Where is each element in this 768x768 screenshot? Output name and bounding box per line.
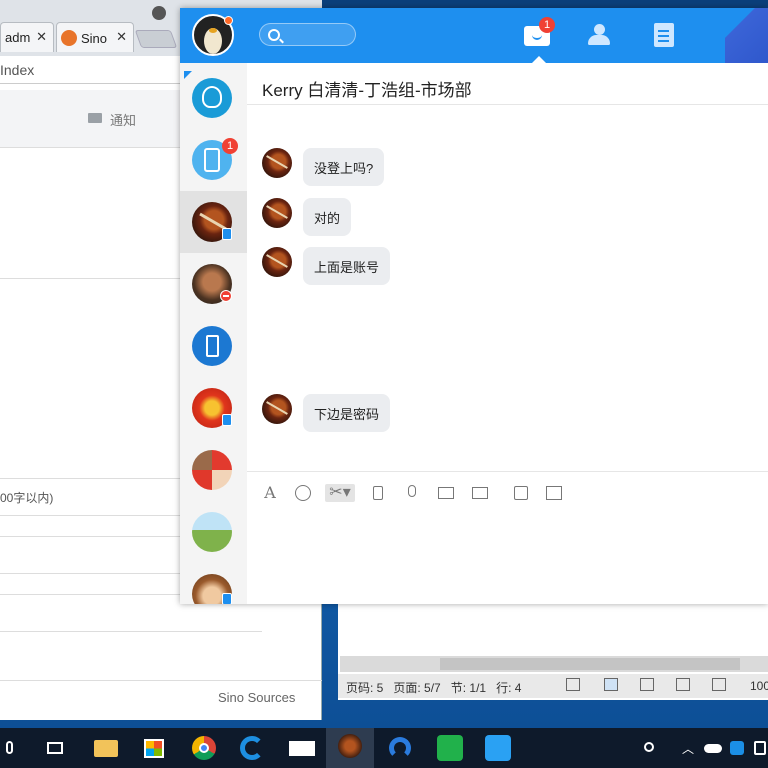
notice-link[interactable]: 通知 [110,110,136,129]
conversation-group[interactable] [180,439,247,501]
status-page-code: 页码: 5 [346,681,384,695]
tab-label: adm [5,30,31,45]
mobile-status-icon [222,414,232,426]
chat-window: 1 1 Kerry 白清清-丁浩组-市场部 没登上吗? 对的 上面是账号 下边是… [180,8,768,604]
wps-icon[interactable] [484,734,512,762]
shake-icon[interactable] [368,484,388,502]
conversation-kerry[interactable] [180,191,247,253]
status-page: 页面: 5/7 [393,681,441,695]
status-section: 节: 1/1 [450,681,487,695]
reading-view-icon[interactable] [712,678,726,691]
sender-avatar[interactable] [262,394,292,424]
close-icon[interactable]: ✕ [36,29,47,45]
address-text: Index [0,62,35,78]
message-bubble: 对的 [303,198,352,236]
tab-label: Sino [81,31,108,46]
contacts-tab-icon[interactable] [586,22,614,48]
chat-header: 1 [180,8,768,63]
mail-icon [88,113,102,123]
focus-mode-icon[interactable] [566,678,580,691]
message-badge: 1 [539,17,555,33]
task-view-icon[interactable] [42,734,70,762]
wechat-work-icon[interactable] [436,734,464,762]
sender-avatar[interactable] [262,148,292,178]
status-line: 行: 4 [496,681,522,695]
mobile-status-icon [222,228,232,240]
security-icon[interactable] [752,734,768,762]
mail-icon[interactable] [288,734,316,762]
input-hint: 00字以内) [0,491,54,505]
divider [0,631,262,632]
browser-tab-sino[interactable]: Sino ✕ [56,22,134,52]
group-avatar [192,78,232,118]
footer-text: Sino Sources [218,690,296,705]
word-status-bar: 页码: 5 页面: 5/7 节: 1/1 行: 4 100 [338,674,768,698]
ie-edge-icon[interactable] [238,734,266,762]
header-corner [725,8,768,63]
voice-icon[interactable] [402,484,422,502]
notification-badge: 1 [222,138,238,154]
landscape-avatar [192,512,232,552]
edge-browser-icon[interactable] [386,734,414,762]
conversation-list: 1 [180,63,247,604]
search-icon [268,29,280,41]
qq-chat-taskbar-icon[interactable] [326,728,374,768]
screenshot-scissors-icon[interactable]: ✂▾ [325,484,355,502]
phone-avatar [192,326,232,366]
message-bubble: 没登上吗? [303,148,385,186]
file-explorer-icon[interactable] [92,734,120,762]
conversation-contact[interactable] [180,377,247,439]
sender-avatar[interactable] [262,198,292,228]
chrome-icon[interactable] [190,734,218,762]
font-icon[interactable]: A [260,484,280,502]
bluetooth-icon[interactable] [728,734,748,762]
emoji-icon[interactable] [293,484,313,502]
browser-tab-admin[interactable]: adm ✕ [0,22,54,52]
divider [0,680,322,681]
active-tab-caret [532,56,546,63]
onedrive-icon[interactable] [702,734,726,762]
sender-avatar[interactable] [262,247,292,277]
outline-view-icon[interactable] [640,678,654,691]
image-icon[interactable] [436,484,456,502]
conversation-contact[interactable] [180,253,247,315]
profile-icon[interactable] [152,6,166,20]
taskbar: ︿ [0,728,768,768]
message-bubble: 下边是密码 [303,394,391,432]
message-bubble: 上面是账号 [303,247,391,285]
group-mosaic-avatar [192,450,232,490]
site-favicon-icon [61,30,77,46]
mobile-status-icon [222,593,232,604]
store-icon[interactable] [140,734,168,762]
apps-icon[interactable] [511,484,531,502]
composer-divider [247,471,768,472]
conversation-contact[interactable] [180,563,247,604]
conversation-contact[interactable] [180,501,247,563]
conversation-notifications[interactable]: 1 [180,129,247,191]
online-status-icon [224,16,233,25]
folder-icon[interactable] [471,484,499,502]
calendar-icon[interactable] [544,484,564,502]
new-tab-button[interactable] [134,30,178,48]
busy-status-icon [220,290,232,302]
chevron-up-icon[interactable]: ︿ [682,740,694,757]
conversation-group[interactable] [180,67,247,129]
scrollbar-thumb[interactable] [440,658,740,670]
title-divider [247,104,768,105]
chat-title: Kerry 白清清-丁浩组-市场部 [262,81,472,100]
page-view-icon[interactable] [604,678,618,691]
people-icon[interactable] [640,734,660,762]
status-zoom: 100 [750,679,768,693]
web-view-icon[interactable] [676,678,690,691]
conversation-my-device[interactable] [180,315,247,377]
documents-tab-icon[interactable] [651,22,679,48]
close-icon[interactable]: ✕ [116,29,127,45]
microphone-icon[interactable] [0,734,18,762]
